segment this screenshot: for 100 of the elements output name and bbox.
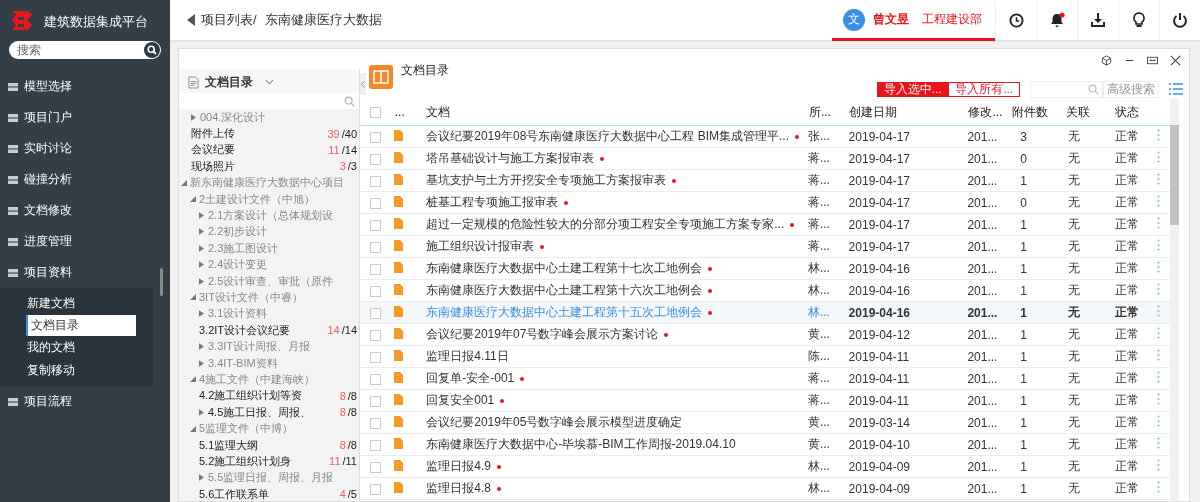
search-input[interactable]: 搜索 [17,43,144,57]
user-tab[interactable]: 文 曾文昱 工程建设部 [832,1,995,41]
scrollbar-thumb[interactable] [1170,125,1179,225]
document-link[interactable]: 会议纪要2019年07号数字峰会展示方案讨论 [426,327,659,341]
column-header[interactable]: 所... [807,99,841,126]
row-checkbox[interactable] [370,417,381,429]
column-header[interactable]: 附件数 [1008,99,1063,126]
row-checkbox[interactable] [370,285,381,297]
document-link[interactable]: 回复安全001 [426,393,495,407]
column-header[interactable]: 文档 [418,99,808,126]
collapse-handle[interactable] [360,73,366,95]
download-icon[interactable] [1090,12,1106,28]
column-header[interactable]: ... [393,99,419,126]
restore-icon[interactable] [1147,55,1158,66]
document-link[interactable]: 东南健康医疗大数据中心-毕埃慕-BIM工作周报-2019.04.10 [426,437,736,451]
more-icon[interactable] [1156,172,1160,186]
row-checkbox[interactable] [370,439,381,451]
submenu-item[interactable]: 文档目录 [26,315,136,336]
document-link[interactable]: 监理日报4.8 [426,481,491,495]
row-checkbox[interactable] [370,131,381,143]
more-icon[interactable] [1156,458,1160,472]
tree-node[interactable]: 会议纪要 [191,142,235,158]
select-all-checkbox[interactable] [370,107,381,119]
column-header[interactable]: 状态 [1110,99,1157,126]
document-link[interactable]: 基坑支护与土方开挖安全专项施工方案报审表 [426,173,667,187]
row-checkbox[interactable] [370,461,381,473]
breadcrumb-link[interactable]: 项目列表/ [201,11,257,29]
chevron-down-icon[interactable] [265,79,274,85]
document-link[interactable]: 塔吊基础设计与施工方案报审表 [426,151,595,165]
submenu-item[interactable]: 新建文档 [0,292,153,315]
more-icon[interactable] [1156,326,1160,340]
expanded-caret-icon[interactable] [190,196,199,203]
more-icon[interactable] [1156,414,1160,428]
document-link[interactable]: 会议纪要2019年05号数字峰会展示模型进度确定 [426,415,683,429]
row-checkbox[interactable] [370,483,381,495]
tree-node[interactable]: 现场照片 [191,158,235,174]
expanded-caret-icon[interactable] [190,294,199,301]
column-header[interactable]: 修改... [967,99,1009,126]
close-icon[interactable] [1170,55,1181,66]
menu-item[interactable]: 实时讨论 [0,133,170,164]
expanded-caret-icon[interactable] [190,376,199,383]
tree-node[interactable]: 5.2施工组织计划身 [199,453,292,469]
cube-icon[interactable] [1101,55,1112,66]
more-icon[interactable] [1156,480,1160,494]
menu-item[interactable]: 项目门户 [0,102,170,133]
menu-item[interactable]: 碰撞分析 [0,164,170,195]
search-field[interactable] [1030,80,1103,98]
import-button[interactable]: 导入选中... [876,81,949,97]
scrollbar-thumb[interactable] [160,268,163,296]
import-button[interactable]: 导入所有... [948,81,1020,97]
document-link[interactable]: 监理日报4.11日 [426,349,509,363]
document-link[interactable]: 东南健康医疗大数据中心土建工程第十七次工地例会 [426,261,703,275]
search-field[interactable]: 搜索 [9,41,161,59]
row-checkbox[interactable] [370,351,381,363]
submenu-item[interactable]: 复制移动 [0,359,153,382]
bell-icon[interactable] [1049,12,1065,28]
more-icon[interactable] [1156,128,1160,142]
more-icon[interactable] [1156,216,1160,230]
menu-item[interactable]: 文档修改 [0,195,170,226]
expanded-caret-icon[interactable] [181,179,190,186]
tree-node[interactable]: 4.5施工日报、周报、 [208,404,312,420]
power-icon[interactable] [1172,12,1188,28]
document-link[interactable]: 超过一定规模的危险性较大的分部分项工程安全专项施工方案专家... [426,217,785,231]
document-link[interactable]: 回复单-安全-001 [426,371,515,385]
tree-node[interactable]: 4.2施工组织计划等资 [199,388,303,404]
more-icon[interactable] [1156,238,1160,252]
back-icon[interactable] [187,14,195,26]
more-icon[interactable] [1156,370,1160,384]
more-icon[interactable] [1156,436,1160,450]
row-checkbox[interactable] [370,395,381,407]
row-checkbox[interactable] [370,373,381,385]
menu-item[interactable]: 项目流程 [0,386,170,417]
row-checkbox[interactable] [370,175,381,187]
row-checkbox[interactable] [370,263,381,275]
submenu-item[interactable]: 我的文档 [0,336,153,359]
row-checkbox[interactable] [370,241,381,253]
expanded-caret-icon[interactable] [190,425,199,432]
list-view-icon[interactable] [1169,83,1183,95]
tree-node[interactable]: 3.2IT设计会议纪要 [199,322,291,338]
column-header[interactable]: 创建日期 [840,99,968,126]
more-icon[interactable] [1156,282,1160,296]
menu-item[interactable]: 项目资料 [0,257,170,288]
document-link[interactable]: 桩基工程专项施工报审表 [426,195,559,209]
menu-item[interactable]: 进度管理 [0,226,170,257]
row-checkbox[interactable] [370,307,381,319]
lightbulb-icon[interactable] [1131,12,1147,28]
more-icon[interactable] [1156,260,1160,274]
row-checkbox[interactable] [370,329,381,341]
tree-node[interactable]: 5.1监理大纲 [199,437,259,453]
document-link[interactable]: 东南健康医疗大数据中心土建工程第十六次工地例会 [426,283,703,297]
more-icon[interactable] [1156,392,1160,406]
more-icon[interactable] [1156,304,1160,318]
search-icon[interactable] [144,42,160,58]
column-header[interactable]: 关联 [1062,99,1111,126]
more-icon[interactable] [1156,348,1160,362]
row-checkbox[interactable] [370,219,381,231]
more-icon[interactable] [1156,150,1160,164]
document-link[interactable]: 监理日报4.9 [426,459,491,473]
row-checkbox[interactable] [370,197,381,209]
row-checkbox[interactable] [370,153,381,165]
